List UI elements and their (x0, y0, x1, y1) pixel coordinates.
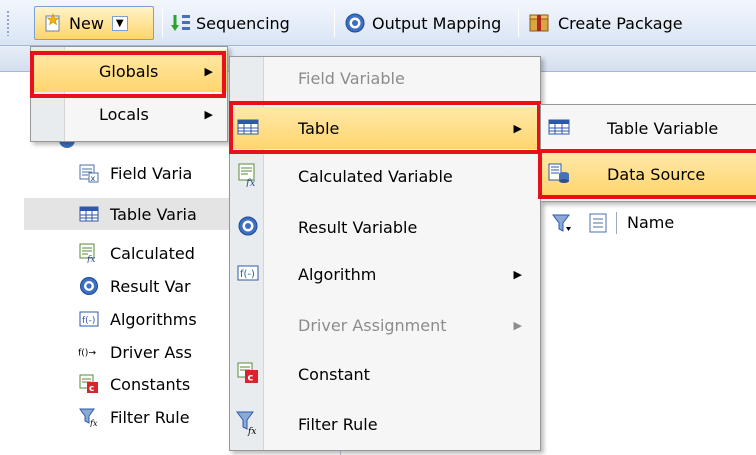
output-mapping-label: Output Mapping (372, 13, 502, 33)
menu-item-label: Filter Rule (298, 414, 378, 434)
submenu-arrow-icon: ▶ (513, 121, 522, 135)
table-icon (236, 115, 260, 139)
tree-item-label: Driver Ass (110, 342, 192, 362)
toolbar: New ▼ Sequencing Output Mapping Create P… (0, 0, 756, 46)
menu-item-label: Calculated Variable (298, 166, 453, 186)
result-variable-icon (78, 275, 100, 297)
globals-menu: Field Variable Table ▶ fx Calculated Var… (229, 56, 541, 451)
toolbar-separator (334, 9, 335, 37)
filter-rule-icon: fx (236, 411, 260, 436)
menu-item-constant[interactable]: c Constant (230, 353, 540, 395)
svg-text:fx: fx (247, 427, 256, 436)
calculated-variable-icon: fx (78, 242, 100, 264)
menu-item-locals[interactable]: Locals ▶ (31, 93, 227, 135)
tree-item-label: Result Var (110, 276, 191, 296)
table-menu: Table Variable Data Source (540, 104, 756, 202)
menu-item-label: Table (298, 118, 340, 138)
calculated-variable-icon: fx (236, 163, 260, 187)
toolbar-separator (518, 9, 519, 37)
menu-item-label: Result Variable (298, 217, 418, 237)
menu-item-globals[interactable]: Globals ▶ (31, 50, 227, 92)
submenu-arrow-icon: ▶ (513, 267, 522, 281)
submenu-arrow-icon: ▶ (204, 107, 213, 121)
menu-item-result-variable[interactable]: Result Variable (230, 206, 540, 248)
menu-item-data-source[interactable]: Data Source (541, 153, 756, 195)
svg-text:x: x (91, 174, 96, 183)
tree-item-label: Field Varia (110, 163, 193, 183)
svg-text:fx: fx (245, 178, 256, 187)
column-header-separator (616, 212, 617, 234)
tree-item-result-variable[interactable]: Result Var (78, 271, 191, 301)
svg-text:f()→: f()→ (78, 348, 96, 359)
menu-item-label: Locals (99, 104, 149, 124)
sequencing-label: Sequencing (196, 13, 290, 33)
menu-item-calculated-variable[interactable]: fx Calculated Variable (230, 155, 540, 197)
data-source-icon (547, 161, 571, 185)
new-icon (43, 13, 63, 33)
column-header-name[interactable]: Name (627, 213, 674, 232)
tree-item-table-variable[interactable]: Table Varia (78, 199, 197, 229)
menu-item-label: Table Variable (607, 118, 719, 138)
tree-item-label: Calculated (110, 243, 195, 263)
table-variable-icon (78, 203, 100, 225)
new-button-label: New (69, 13, 104, 33)
tree-item-label: Filter Rule (110, 407, 190, 427)
algorithm-icon: f(-) (78, 308, 100, 330)
filter-icon[interactable] (552, 212, 574, 234)
constant-icon: c (236, 361, 260, 385)
svg-text:f(-): f(-) (82, 316, 95, 326)
columns-icon[interactable] (588, 212, 608, 234)
result-variable-icon (236, 214, 260, 238)
field-variable-icon: x (78, 162, 100, 184)
toolbar-separator (162, 9, 163, 37)
menu-item-driver-assignment[interactable]: Driver Assignment ▶ (230, 304, 540, 346)
svg-text:fx: fx (86, 255, 95, 263)
tree-item-algorithms[interactable]: f(-) Algorithms (78, 304, 197, 334)
tree-item-field-variable[interactable]: x Field Varia (78, 158, 192, 188)
menu-item-label: Field Variable (298, 68, 405, 88)
menu-item-label: Globals (99, 61, 159, 81)
filter-rule-icon: fx (78, 406, 100, 428)
output-mapping-icon (344, 12, 366, 34)
sequencing-button[interactable]: Sequencing (170, 8, 290, 38)
package-icon (528, 12, 550, 34)
constant-icon: c (78, 373, 100, 395)
tree-item-calculated-variable[interactable]: fx Calculated (78, 238, 195, 268)
tree-item-label: Constants (110, 374, 191, 394)
tree-item-filter-rule[interactable]: fx Filter Rule (78, 402, 190, 432)
new-menu: Globals ▶ Locals ▶ (30, 46, 228, 142)
menu-item-label: Algorithm (298, 264, 377, 284)
sequencing-icon (170, 12, 192, 34)
create-package-label: Create Package (558, 13, 683, 33)
algorithm-icon: f(-) (236, 261, 260, 285)
svg-text:fx: fx (89, 419, 98, 427)
new-button[interactable]: New ▼ (34, 6, 154, 40)
menu-item-label: Driver Assignment (298, 315, 447, 335)
tree-item-label: Table Varia (110, 204, 197, 224)
menu-item-algorithm[interactable]: f(-) Algorithm ▶ (230, 253, 540, 295)
menu-item-filter-rule[interactable]: fx Filter Rule (230, 403, 540, 445)
submenu-arrow-icon: ▶ (513, 318, 522, 332)
svg-text:c: c (248, 373, 254, 384)
menu-item-label: Constant (298, 364, 370, 384)
driver-assignment-icon: f()→ (78, 341, 100, 363)
menu-item-field-variable[interactable]: Field Variable (230, 57, 540, 99)
output-mapping-button[interactable]: Output Mapping (344, 8, 501, 38)
tree-item-driver-assignment[interactable]: f()→ Driver Ass (78, 337, 192, 367)
create-package-button[interactable]: Create Package (528, 8, 683, 38)
svg-text:c: c (89, 384, 94, 394)
svg-text:f(-): f(-) (240, 269, 255, 280)
tree-item-label: Algorithms (110, 309, 197, 329)
toolbar-grip[interactable] (6, 10, 10, 36)
table-variable-icon (547, 115, 571, 139)
menu-item-label: Data Source (607, 164, 706, 184)
new-dropdown-arrow[interactable]: ▼ (111, 15, 128, 31)
menu-item-table-variable[interactable]: Table Variable (541, 107, 756, 149)
menu-item-table[interactable]: Table ▶ (230, 107, 540, 149)
tree-item-constants[interactable]: c Constants (78, 369, 190, 399)
submenu-arrow-icon: ▶ (204, 64, 213, 78)
